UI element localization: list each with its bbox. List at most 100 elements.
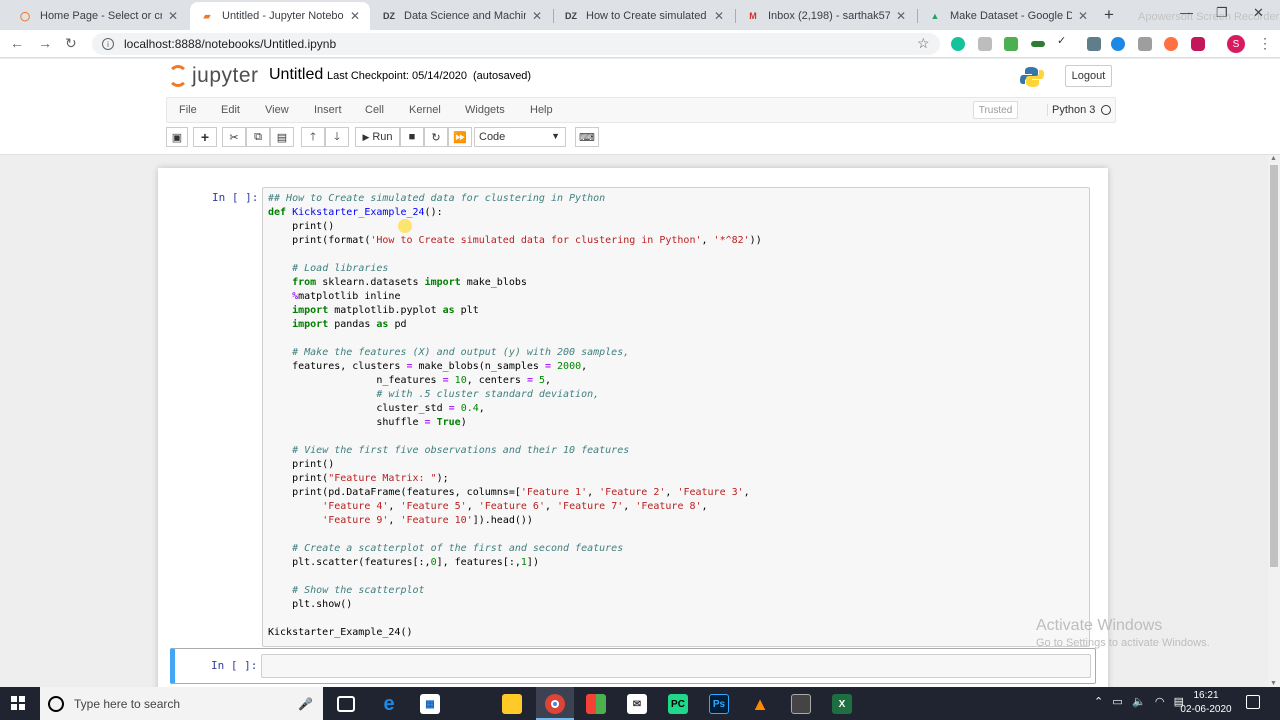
- office-icon[interactable]: [586, 694, 606, 714]
- scroll-up-icon[interactable]: ▲: [1270, 155, 1277, 162]
- close-icon[interactable]: ✕: [350, 9, 360, 23]
- menu-edit[interactable]: Edit: [221, 104, 240, 116]
- jupyter-icon: ◯: [19, 10, 31, 21]
- extension-icon[interactable]: [1138, 37, 1152, 51]
- move-down-button[interactable]: 🡓: [325, 127, 349, 147]
- move-up-button[interactable]: 🡑: [301, 127, 325, 147]
- minimize-button[interactable]: —: [1180, 5, 1193, 20]
- run-button[interactable]: ▶ Run: [355, 127, 400, 147]
- task-view-icon[interactable]: [337, 696, 355, 712]
- tab-google-drive[interactable]: ▲ Make Dataset - Google Drive ✕: [918, 2, 1098, 30]
- paste-button[interactable]: ▤: [270, 127, 294, 147]
- menu-insert[interactable]: Insert: [314, 104, 342, 116]
- wifi-icon[interactable]: ◠: [1155, 696, 1165, 708]
- chrome-icon[interactable]: [545, 694, 565, 714]
- window-close-button[interactable]: ✕: [1253, 5, 1264, 21]
- trusted-indicator[interactable]: Trusted: [973, 101, 1018, 119]
- close-icon[interactable]: ✕: [532, 9, 542, 23]
- reload-icon[interactable]: ↻: [65, 35, 77, 52]
- restart-icon: ↻: [431, 131, 441, 144]
- forward-arrow-icon[interactable]: →: [38, 35, 52, 51]
- url-field[interactable]: i localhost:8888/notebooks/Untitled.ipyn…: [92, 33, 940, 55]
- menu-kernel[interactable]: Kernel: [409, 104, 441, 116]
- extension-icon[interactable]: [1031, 41, 1045, 47]
- page-scrollbar[interactable]: ▲ ▼: [1268, 155, 1280, 687]
- kernel-name[interactable]: Python 3: [1047, 104, 1095, 116]
- scrollbar-thumb[interactable]: [1270, 165, 1278, 567]
- notebook-icon: ▰: [203, 10, 211, 21]
- extension-icon[interactable]: [1004, 37, 1018, 51]
- browser-tab-strip: ◯ Home Page - Select or create ✕ ▰ Untit…: [0, 0, 1280, 30]
- terminal-icon[interactable]: [791, 694, 811, 714]
- mouse-cursor-highlight: [398, 219, 412, 233]
- tab-title: Inbox (2,198) - sarthak57199: [768, 10, 890, 22]
- menu-help[interactable]: Help: [530, 104, 553, 116]
- close-icon[interactable]: ✕: [168, 9, 178, 23]
- extension-icon[interactable]: [1164, 37, 1178, 51]
- extension-icon[interactable]: [978, 37, 992, 51]
- tab-untitled-notebook[interactable]: ▰ Untitled - Jupyter Notebook ✕: [190, 2, 370, 30]
- check-extension-icon[interactable]: ✓: [1057, 34, 1071, 48]
- copy-button[interactable]: ⧉: [246, 127, 270, 147]
- more-menu-icon[interactable]: ⋮: [1258, 35, 1272, 52]
- cell-type-select[interactable]: Code ▼: [474, 127, 566, 147]
- selected-empty-cell[interactable]: In [ ]:: [170, 648, 1096, 684]
- new-tab-button[interactable]: +: [1104, 5, 1114, 25]
- scroll-down-icon[interactable]: ▼: [1270, 680, 1277, 687]
- logout-button[interactable]: Logout: [1065, 65, 1112, 87]
- restart-button[interactable]: ↻: [424, 127, 448, 147]
- tab-gmail-inbox[interactable]: M Inbox (2,198) - sarthak57199 ✕: [736, 2, 916, 30]
- command-palette-button[interactable]: ⌨: [575, 127, 599, 147]
- menu-cell[interactable]: Cell: [365, 104, 384, 116]
- microphone-icon[interactable]: 🎤: [298, 697, 313, 711]
- cut-button[interactable]: ✂: [222, 127, 246, 147]
- profile-avatar[interactable]: S: [1227, 35, 1245, 53]
- tab-home-page[interactable]: ◯ Home Page - Select or create ✕: [8, 2, 188, 30]
- code-editor[interactable]: [261, 654, 1091, 678]
- store-icon[interactable]: ▦: [420, 694, 440, 714]
- notebook-name[interactable]: Untitled: [269, 66, 323, 84]
- code-editor[interactable]: ## How to Create simulated data for clus…: [262, 187, 1090, 647]
- insert-cell-button[interactable]: +: [193, 127, 217, 147]
- close-icon[interactable]: ✕: [1078, 9, 1088, 23]
- tab-how-to-create[interactable]: DZ How to Create simulated dat ✕: [554, 2, 734, 30]
- taskbar-search-box[interactable]: Type here to search 🎤: [40, 687, 323, 720]
- close-icon[interactable]: ✕: [714, 9, 724, 23]
- menu-file[interactable]: File: [179, 104, 197, 116]
- mail-icon[interactable]: ✉: [627, 694, 647, 714]
- photoshop-icon[interactable]: Ps: [709, 694, 729, 714]
- battery-icon[interactable]: ▭: [1112, 696, 1122, 708]
- code-cell[interactable]: In [ ]: ## How to Create simulated data …: [170, 186, 1090, 649]
- restart-run-all-button[interactable]: ⏩: [448, 127, 472, 147]
- edge-browser-icon[interactable]: e: [379, 693, 399, 715]
- grammarly-extension-icon[interactable]: [951, 37, 965, 51]
- pycharm-icon[interactable]: PC: [668, 694, 688, 714]
- excel-icon[interactable]: X: [832, 694, 852, 714]
- info-icon[interactable]: i: [102, 38, 114, 50]
- file-explorer-icon[interactable]: [502, 694, 522, 714]
- notification-center-icon[interactable]: [1246, 695, 1260, 709]
- extension-icon[interactable]: [1087, 37, 1101, 51]
- restore-button[interactable]: ❐: [1216, 5, 1228, 21]
- vlc-icon[interactable]: ▲: [750, 694, 770, 714]
- chevron-up-icon[interactable]: ⌃: [1094, 696, 1103, 708]
- notebook-container: In [ ]: ## How to Create simulated data …: [158, 168, 1108, 720]
- interrupt-button[interactable]: ■: [400, 127, 424, 147]
- extension-icon[interactable]: [1111, 37, 1125, 51]
- close-icon[interactable]: ✕: [896, 9, 906, 23]
- tab-data-science[interactable]: DZ Data Science and Machine Le ✕: [372, 2, 552, 30]
- instagram-extension-icon[interactable]: [1191, 37, 1205, 51]
- save-button[interactable]: ▣: [166, 127, 188, 147]
- taskbar-clock[interactable]: 16:21 02-06-2020: [1176, 689, 1236, 717]
- activate-subtitle: Go to Settings to activate Windows.: [1036, 637, 1210, 649]
- bookmark-star-icon[interactable]: ☆: [917, 35, 930, 52]
- stop-icon: ■: [408, 131, 416, 143]
- jupyter-logo[interactable]: jupyter: [168, 64, 259, 88]
- autosave-status: (autosaved): [473, 70, 532, 82]
- menu-widgets[interactable]: Widgets: [465, 104, 505, 116]
- volume-icon[interactable]: 🔈: [1132, 696, 1146, 708]
- back-arrow-icon[interactable]: ←: [10, 35, 24, 51]
- menu-view[interactable]: View: [265, 104, 289, 116]
- system-tray[interactable]: ⌃ ▭ 🔈 ◠ ▤: [1094, 695, 1184, 708]
- windows-start-icon[interactable]: [11, 696, 25, 710]
